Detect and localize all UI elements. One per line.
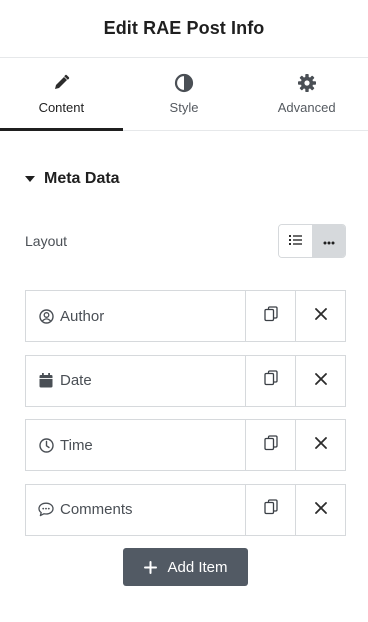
close-icon	[314, 307, 327, 325]
close-icon	[314, 372, 327, 390]
tab-advanced-label: Advanced	[277, 100, 336, 115]
gear-icon	[296, 72, 318, 94]
comment-icon	[38, 502, 54, 518]
item-toggle[interactable]: Author	[26, 291, 245, 341]
layout-control: Layout	[25, 224, 346, 258]
list-item: Comments	[25, 483, 346, 536]
remove-button[interactable]	[295, 484, 345, 535]
panel-header: Edit RAE Post Info	[0, 0, 368, 58]
panel-title: Edit RAE Post Info	[103, 18, 265, 38]
remove-button[interactable]	[295, 291, 345, 341]
add-item-wrap: Add Item	[25, 548, 346, 586]
tab-advanced[interactable]: Advanced	[245, 58, 368, 130]
close-icon	[314, 501, 327, 519]
half-circle-icon	[173, 72, 195, 94]
remove-button[interactable]	[295, 355, 345, 406]
list-item: Date	[25, 354, 346, 407]
tab-style-label: Style	[169, 100, 199, 115]
item-toggle[interactable]: Date	[26, 356, 245, 406]
remove-button[interactable]	[295, 420, 345, 470]
copy-icon	[263, 434, 278, 456]
tab-content-label: Content	[38, 100, 85, 115]
copy-icon	[263, 499, 278, 520]
duplicate-button[interactable]	[245, 484, 295, 535]
more-horizontal-icon	[323, 232, 335, 250]
section-title: Meta Data	[44, 170, 120, 187]
close-icon	[314, 436, 327, 454]
pencil-icon	[50, 72, 72, 94]
duplicate-button[interactable]	[245, 355, 295, 406]
caret-down-icon	[25, 174, 35, 184]
add-item-button[interactable]: Add Item	[123, 548, 248, 586]
layout-inline-option[interactable]	[312, 225, 345, 257]
list-icon	[289, 232, 302, 250]
user-circle-icon	[38, 308, 54, 324]
item-label: Comments	[60, 501, 133, 518]
section-toggle[interactable]: Meta Data	[25, 131, 346, 227]
item-label: Time	[60, 436, 93, 454]
layout-label: Layout	[25, 233, 68, 249]
layout-list-option[interactable]	[279, 225, 312, 257]
tab-style[interactable]: Style	[123, 58, 246, 130]
item-label: Author	[60, 307, 105, 325]
item-label: Date	[60, 372, 92, 389]
tab-content[interactable]: Content	[0, 58, 123, 131]
copy-icon	[263, 370, 278, 391]
item-toggle[interactable]: Comments	[26, 485, 245, 535]
tab-bar: Content Style Advanced	[0, 58, 368, 131]
clock-icon	[38, 437, 54, 453]
plus-icon	[143, 560, 157, 574]
add-item-label: Add Item	[167, 558, 228, 576]
meta-data-section: Meta Data Layout Author Date Time Commen…	[0, 131, 368, 586]
calendar-icon	[38, 373, 54, 389]
layout-toggle	[278, 224, 346, 258]
list-item: Time	[25, 419, 346, 471]
copy-icon	[263, 305, 278, 327]
duplicate-button[interactable]	[245, 291, 295, 341]
repeater-list: Author Date Time Comments	[25, 290, 346, 536]
duplicate-button[interactable]	[245, 420, 295, 470]
list-item: Author	[25, 290, 346, 342]
item-toggle[interactable]: Time	[26, 420, 245, 470]
